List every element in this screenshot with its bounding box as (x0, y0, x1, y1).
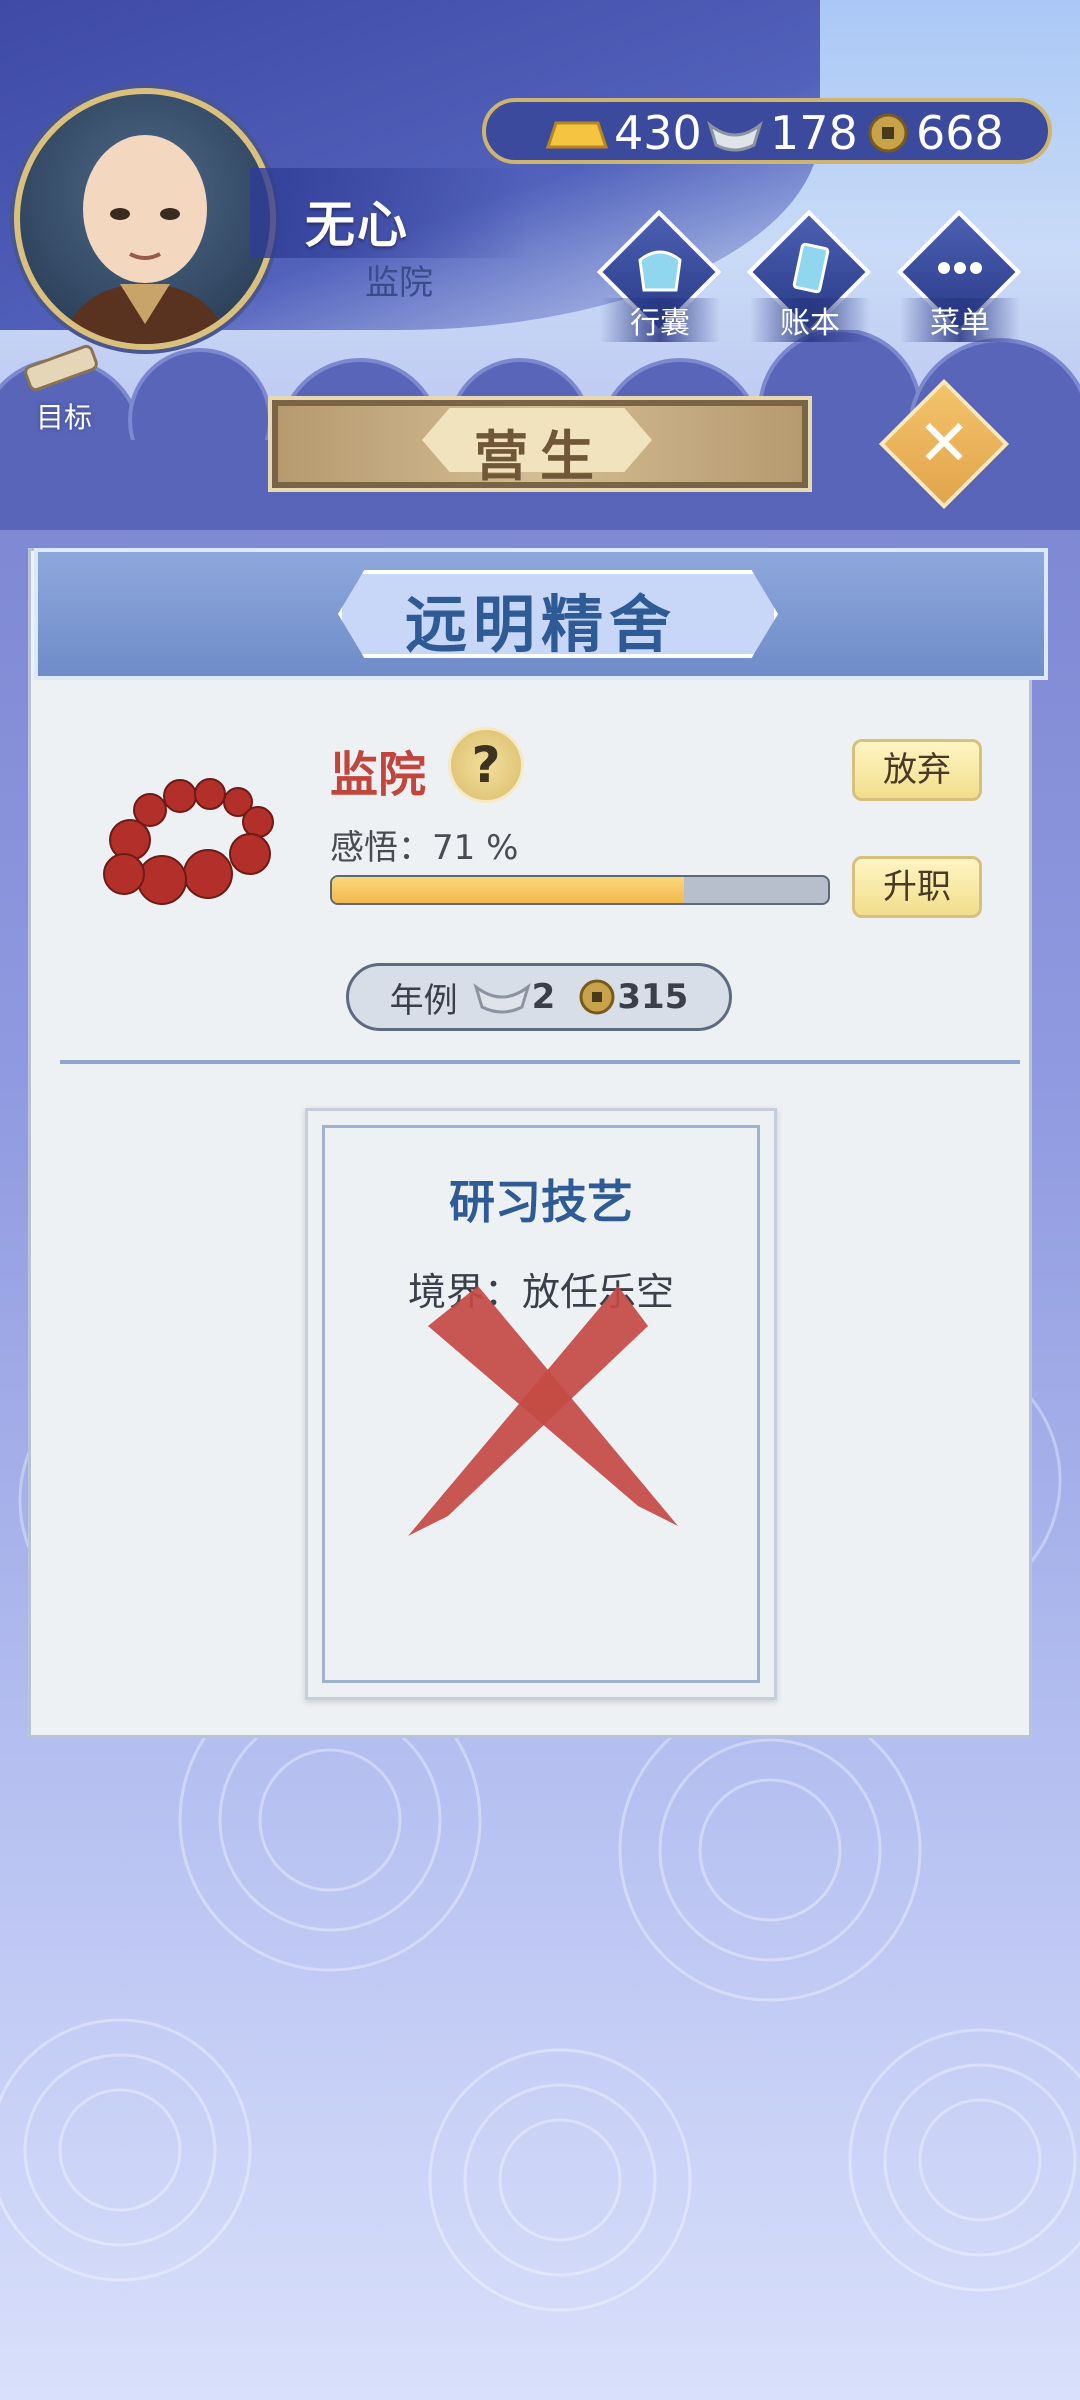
bag-button[interactable]: 行囊 (596, 209, 722, 342)
silver-value: 178 (770, 106, 858, 160)
annual-salary: 年例 2 315 (346, 963, 732, 1031)
monk-portrait-icon (60, 135, 230, 344)
insight-label: 感悟：71 % (330, 828, 519, 868)
banner-title: 营生 (474, 425, 606, 488)
menu-icon (938, 262, 982, 274)
copper-coin-icon (868, 113, 908, 153)
gold-bar-icon (546, 121, 608, 149)
panel-header: 远明精舍 (34, 548, 1048, 680)
menu-button[interactable]: 菜单 (896, 209, 1022, 342)
insight-progress-fill (332, 877, 685, 903)
panel-title: 远明精舍 (404, 588, 677, 661)
card-title: 研习技艺 (449, 1175, 633, 1229)
silver-ingot-icon (707, 120, 763, 152)
currency-gold: 430 (546, 106, 702, 160)
player-avatar[interactable] (14, 88, 276, 350)
panel-divider (60, 1060, 1020, 1064)
currency-bar: 430 178 668 (482, 98, 1052, 164)
ledger-label: 账本 (750, 298, 870, 342)
promote-button[interactable]: 升职 (852, 856, 982, 918)
salary-silver: 2 (531, 977, 556, 1017)
player-name: 无心 (305, 196, 409, 254)
skill-card[interactable]: 研习技艺 境界：放任乐空 (305, 1108, 777, 1700)
silver-ingot-icon (472, 982, 531, 1014)
ledger-button[interactable]: 账本 (746, 209, 872, 342)
target-button[interactable]: 目标 (14, 338, 114, 434)
target-label: 目标 (35, 401, 92, 434)
salary-label: 年例 (389, 980, 458, 1021)
section-banner: 营生 (268, 396, 812, 492)
copper-coin-icon (579, 979, 615, 1015)
bag-label: 行囊 (600, 298, 720, 342)
currency-copper: 668 (866, 106, 1004, 160)
ledger-icon (792, 242, 830, 294)
help-button[interactable]: ? (448, 727, 524, 803)
abandon-button[interactable]: 放弃 (852, 739, 982, 801)
menu-label: 菜单 (900, 298, 1020, 342)
scroll-icon (24, 344, 98, 392)
gold-value: 430 (614, 106, 702, 160)
insight-progress-bar (330, 875, 830, 905)
cross-mark-icon (408, 1286, 678, 1536)
prayer-beads-icon (103, 778, 274, 905)
close-icon: ✕ (917, 407, 971, 481)
player-title: 监院 (365, 263, 433, 303)
salary-copper: 315 (617, 977, 689, 1017)
currency-silver: 178 (706, 106, 858, 160)
role-name: 监院 (330, 747, 427, 803)
copper-value: 668 (916, 106, 1004, 160)
bag-icon (638, 250, 682, 292)
